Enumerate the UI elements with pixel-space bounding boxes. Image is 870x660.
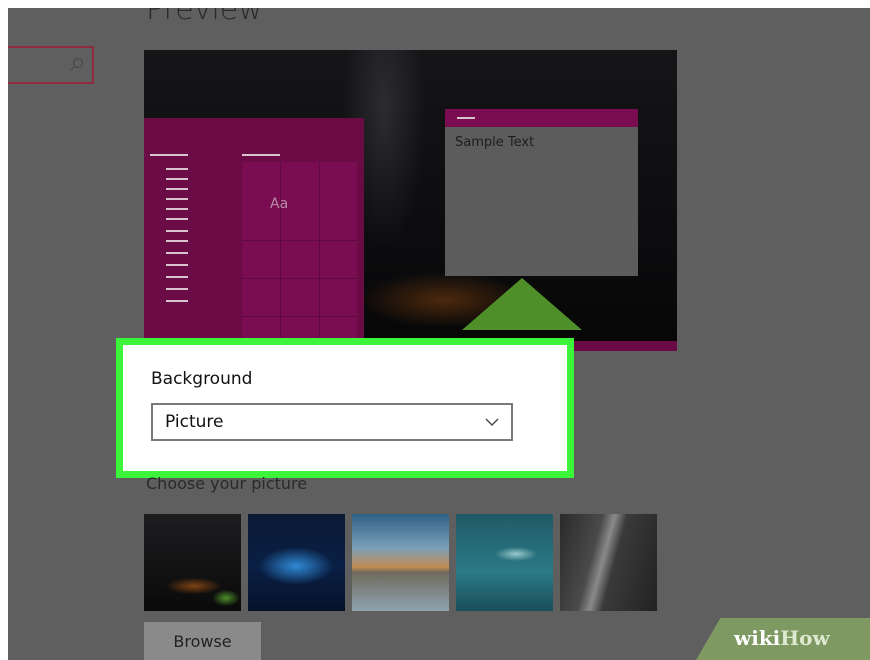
wikihow-logo-text: wikiHow [734, 626, 830, 650]
sample-window-preview: Sample Text [445, 109, 638, 276]
tile-divider [242, 240, 357, 241]
tent-graphic [462, 278, 582, 330]
browse-button-label: Browse [173, 632, 232, 651]
settings-window: Preview Aa Sample Text Background Pictur… [8, 8, 870, 660]
sample-text: Sample Text [455, 135, 535, 150]
browse-button[interactable]: Browse [144, 622, 261, 660]
picture-thumbnail[interactable] [248, 514, 345, 611]
start-list-line [166, 252, 188, 254]
start-list-line [166, 300, 188, 302]
start-list-line [166, 178, 188, 180]
wikihow-logo: wikiHow [696, 618, 870, 660]
tile-divider [319, 162, 320, 351]
background-dropdown-value: Picture [165, 412, 224, 432]
start-list-line [166, 168, 188, 170]
sample-window-titlebar [445, 109, 638, 127]
start-list-line [166, 230, 188, 232]
tile-grid: Aa [242, 162, 357, 351]
start-list-line [166, 198, 188, 200]
preview-image: Aa Sample Text [144, 50, 677, 351]
search-input[interactable] [8, 46, 94, 84]
tile-divider [242, 316, 357, 317]
sample-title-line [457, 117, 475, 119]
choose-picture-label: Choose your picture [146, 474, 308, 493]
start-menu-preview: Aa [144, 118, 364, 351]
page-title: Preview [146, 8, 263, 27]
start-list-line [166, 188, 188, 190]
start-list-line [166, 276, 188, 278]
start-list-line [166, 288, 188, 290]
start-list-line [166, 208, 188, 210]
background-dropdown[interactable]: Picture [151, 403, 513, 441]
tile-divider [242, 278, 357, 279]
picture-thumbnail[interactable] [352, 514, 449, 611]
wikihow-logo-part1: wiki [734, 626, 781, 650]
picture-thumbnail[interactable] [144, 514, 241, 611]
tile-label: Aa [270, 196, 289, 212]
tile-divider [280, 162, 281, 351]
tiles-header-line [242, 154, 280, 156]
start-header-line [150, 154, 188, 156]
background-label: Background [151, 369, 253, 389]
chevron-down-icon [485, 418, 499, 426]
picture-thumbnail[interactable] [560, 514, 657, 611]
wikihow-logo-part2: How [780, 626, 830, 650]
start-list-line [166, 264, 188, 266]
start-list-line [166, 218, 188, 220]
picture-thumbnail[interactable] [456, 514, 553, 611]
background-section: Background Picture [116, 338, 574, 478]
search-icon [70, 57, 84, 71]
start-list-line [166, 240, 188, 242]
